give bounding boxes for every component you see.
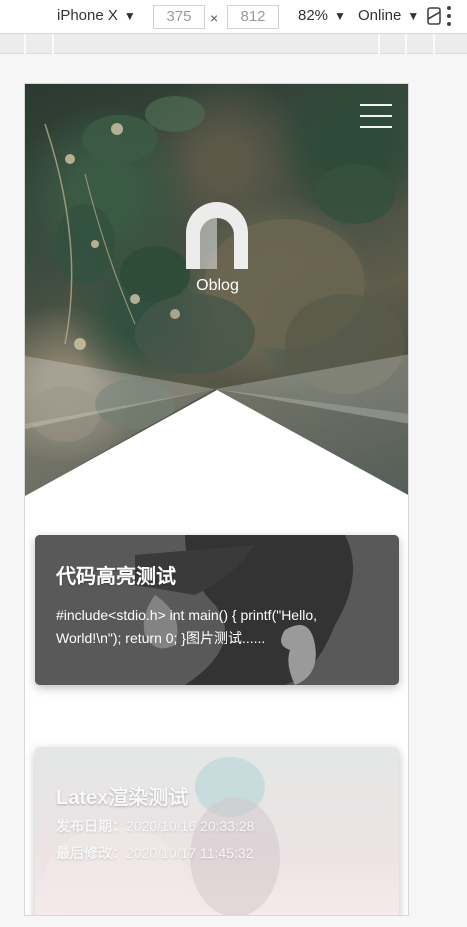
hero-banner: Oblog xyxy=(25,84,408,496)
post-published-date: 发布日期：2020/10/16 20:33:28 xyxy=(56,816,254,836)
post-card[interactable]: 代码高亮测试 #include<stdio.h> int main() { pr… xyxy=(35,535,399,685)
hamburger-menu-icon[interactable] xyxy=(360,104,392,128)
published-value: 2020/10/16 20:33:28 xyxy=(126,818,255,834)
zoom-value: 82% xyxy=(298,7,329,24)
device-viewport: Oblog 代码高亮测试 #include<stdio.h> int main(… xyxy=(24,83,409,916)
width-input[interactable]: 375 xyxy=(153,5,205,29)
height-input[interactable]: 812 xyxy=(227,5,279,29)
post-card[interactable]: Latex渲染测试 发布日期：2020/10/16 20:33:28 最后修改：… xyxy=(35,747,399,915)
device-select[interactable]: iPhone X ▼ xyxy=(57,7,136,24)
post-title[interactable]: 代码高亮测试 xyxy=(56,560,176,589)
media-query-bar[interactable] xyxy=(0,34,467,54)
times-icon: × xyxy=(210,10,219,26)
rotate-button[interactable] xyxy=(425,7,443,25)
rotate-icon xyxy=(427,7,441,25)
device-name: iPhone X xyxy=(57,7,118,24)
post-title[interactable]: Latex渲染测试 xyxy=(56,781,188,810)
modified-label: 最后修改： xyxy=(56,845,126,861)
devtools-device-toolbar: iPhone X ▼ 375 × 812 82% ▼ Online ▼ xyxy=(0,0,467,34)
modified-value: 2020/10/17 11:45:32 xyxy=(126,845,254,861)
post-excerpt: #include<stdio.h> int main() { printf("H… xyxy=(56,607,317,646)
site-name[interactable]: Oblog xyxy=(25,277,408,295)
chevron-down-icon: ▼ xyxy=(407,8,420,23)
more-options-icon[interactable] xyxy=(446,6,452,26)
chevron-down-icon: ▼ xyxy=(334,8,346,23)
site-logo-icon[interactable] xyxy=(182,201,252,271)
published-label: 发布日期： xyxy=(56,818,126,834)
post-modified-date: 最后修改：2020/10/17 11:45:32 xyxy=(56,843,253,863)
throttling-value: Online xyxy=(358,7,402,24)
chevron-down-icon: ▼ xyxy=(123,8,136,23)
zoom-select[interactable]: 82% ▼ xyxy=(298,7,346,24)
throttling-select[interactable]: Online ▼ xyxy=(358,7,419,24)
